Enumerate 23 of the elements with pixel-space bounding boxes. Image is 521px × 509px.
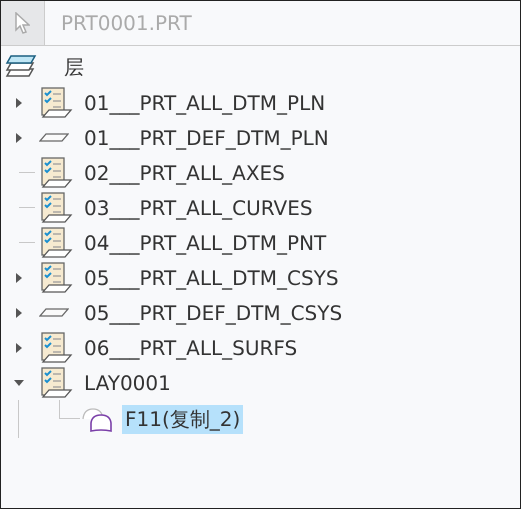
layer-item[interactable]: 06___PRT_ALL_SURFS [81,334,300,360]
pointer-icon [15,12,30,34]
plane-icon [39,308,69,317]
layer-list-icon [39,226,73,258]
layer-item[interactable]: 01___PRT_ALL_DTM_PLN [81,90,328,116]
layer-item[interactable]: 05___PRT_ALL_DTM_CSYS [81,264,342,290]
feature-item[interactable]: F11(复制_2) [122,404,244,434]
layer-list-icon [39,156,73,188]
layer-item[interactable]: 02___PRT_ALL_AXES [81,160,288,186]
tree-root-label[interactable]: 层 [61,53,87,82]
layer-item[interactable]: 04___PRT_ALL_DTM_PNT [81,230,330,256]
layer-list-icon [39,366,73,398]
layer-list-icon [39,262,73,294]
layer-item[interactable]: LAY0001 [81,370,174,396]
plane-icon [39,133,69,142]
connector-line [59,400,80,419]
layer-item[interactable]: 05___PRT_DEF_DTM_CSYS [81,300,346,326]
layer-item[interactable]: 01___PRT_DEF_DTM_PLN [81,124,332,150]
layer-list-icon [39,332,73,364]
layer-list-icon [39,192,73,224]
layer-list-icon [39,86,73,118]
layer-item[interactable]: 03___PRT_ALL_CURVES [81,194,316,220]
model-title: PRT0001.PRT [61,11,192,35]
